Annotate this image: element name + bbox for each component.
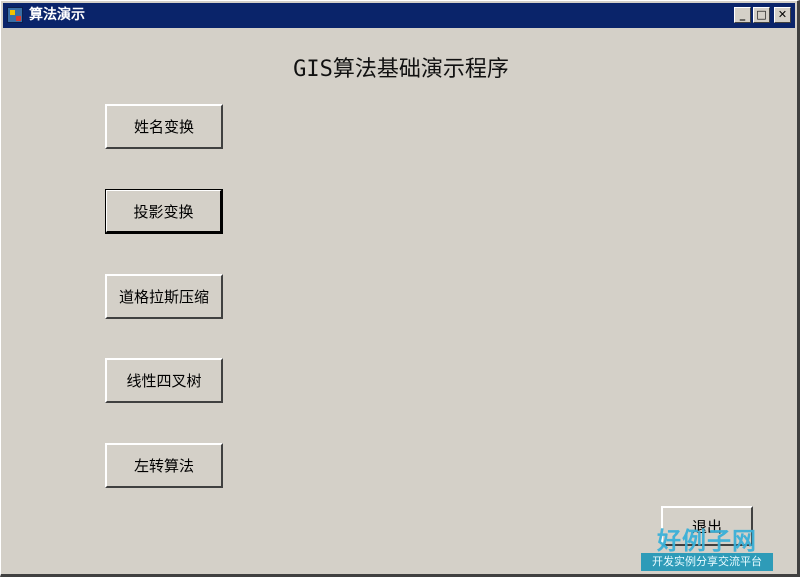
app-icon[interactable] <box>7 7 23 23</box>
name-transform-button[interactable]: 姓名变换 <box>105 104 223 149</box>
maximize-button[interactable]: □ <box>753 7 770 23</box>
close-button[interactable]: ✕ <box>774 7 791 23</box>
app-window: 算法演示 _ □ ✕ GIS算法基础演示程序 姓名变换 投影变换 道格拉斯压缩 … <box>0 0 800 577</box>
page-title: GIS算法基础演示程序 <box>293 57 509 82</box>
minimize-button[interactable]: _ <box>734 7 751 23</box>
window-title: 算法演示 <box>29 7 85 23</box>
title-bar[interactable]: 算法演示 _ □ ✕ <box>3 3 795 28</box>
window-controls: _ □ ✕ <box>734 7 791 23</box>
watermark-logo: 好例子网 <box>657 526 757 555</box>
linear-quadtree-button[interactable]: 线性四叉树 <box>105 358 223 403</box>
projection-transform-button[interactable]: 投影变换 <box>105 189 223 234</box>
watermark-tagline: 开发实例分享交流平台 <box>641 553 773 571</box>
left-turn-algorithm-button[interactable]: 左转算法 <box>105 443 223 488</box>
douglas-compression-button[interactable]: 道格拉斯压缩 <box>105 274 223 319</box>
